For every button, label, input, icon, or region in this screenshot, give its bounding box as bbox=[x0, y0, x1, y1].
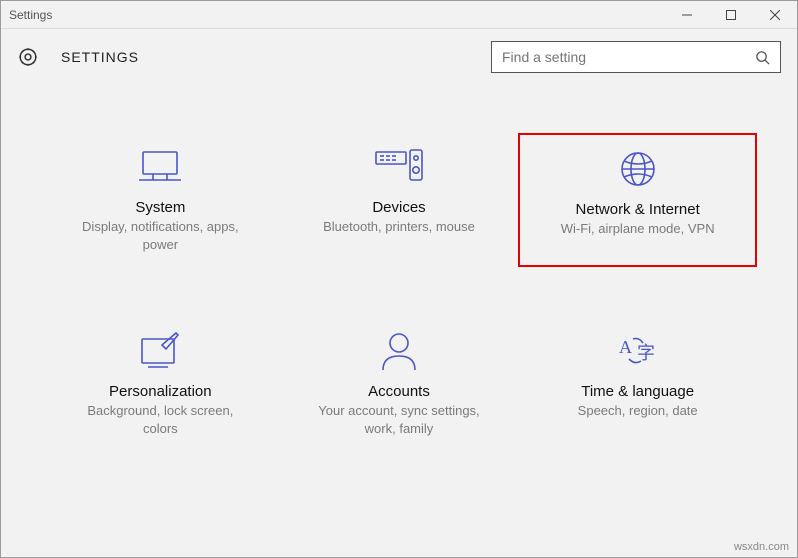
system-icon bbox=[137, 145, 183, 189]
search-icon bbox=[755, 50, 770, 65]
tile-devices[interactable]: Devices Bluetooth, printers, mouse bbox=[280, 133, 519, 267]
personalization-icon bbox=[138, 329, 182, 373]
tile-system[interactable]: System Display, notifications, apps, pow… bbox=[41, 133, 280, 267]
devices-icon bbox=[374, 145, 424, 189]
settings-grid: System Display, notifications, apps, pow… bbox=[1, 73, 797, 451]
minimize-icon bbox=[682, 10, 692, 20]
close-button[interactable] bbox=[753, 1, 797, 29]
header: SETTINGS bbox=[1, 29, 797, 73]
search-input[interactable] bbox=[502, 49, 755, 65]
window-title: Settings bbox=[1, 8, 665, 22]
tile-title: Network & Internet bbox=[576, 201, 700, 218]
svg-text:A: A bbox=[619, 337, 632, 357]
titlebar: Settings bbox=[1, 1, 797, 29]
tile-network-internet[interactable]: Network & Internet Wi-Fi, airplane mode,… bbox=[518, 133, 757, 267]
tile-sub: Speech, region, date bbox=[578, 402, 698, 420]
tile-accounts[interactable]: Accounts Your account, sync settings, wo… bbox=[280, 317, 519, 451]
close-icon bbox=[770, 10, 780, 20]
gear-icon bbox=[17, 46, 39, 68]
tile-personalization[interactable]: Personalization Background, lock screen,… bbox=[41, 317, 280, 451]
tile-sub: Your account, sync settings, work, famil… bbox=[314, 402, 484, 437]
page-title: SETTINGS bbox=[61, 49, 139, 65]
minimize-button[interactable] bbox=[665, 1, 709, 29]
tile-title: Personalization bbox=[109, 383, 212, 400]
watermark: wsxdn.com bbox=[734, 541, 789, 553]
maximize-icon bbox=[726, 10, 736, 20]
search-container bbox=[491, 41, 781, 73]
window-controls bbox=[665, 1, 797, 29]
svg-text:字: 字 bbox=[637, 343, 655, 363]
tile-time-language[interactable]: A 字 Time & language Speech, region, date bbox=[518, 317, 757, 451]
globe-icon bbox=[618, 147, 658, 191]
tile-title: Accounts bbox=[368, 383, 430, 400]
tile-sub: Background, lock screen, colors bbox=[75, 402, 245, 437]
tile-title: Devices bbox=[372, 199, 425, 216]
tile-sub: Display, notifications, apps, power bbox=[75, 218, 245, 253]
tile-title: Time & language bbox=[581, 383, 694, 400]
accounts-icon bbox=[379, 329, 419, 373]
tile-sub: Bluetooth, printers, mouse bbox=[323, 218, 475, 236]
settings-window: Settings SETTINGS bbox=[0, 0, 798, 558]
tile-sub: Wi-Fi, airplane mode, VPN bbox=[561, 220, 715, 238]
maximize-button[interactable] bbox=[709, 1, 753, 29]
time-language-icon: A 字 bbox=[615, 329, 661, 373]
tile-title: System bbox=[135, 199, 185, 216]
search-box[interactable] bbox=[491, 41, 781, 73]
